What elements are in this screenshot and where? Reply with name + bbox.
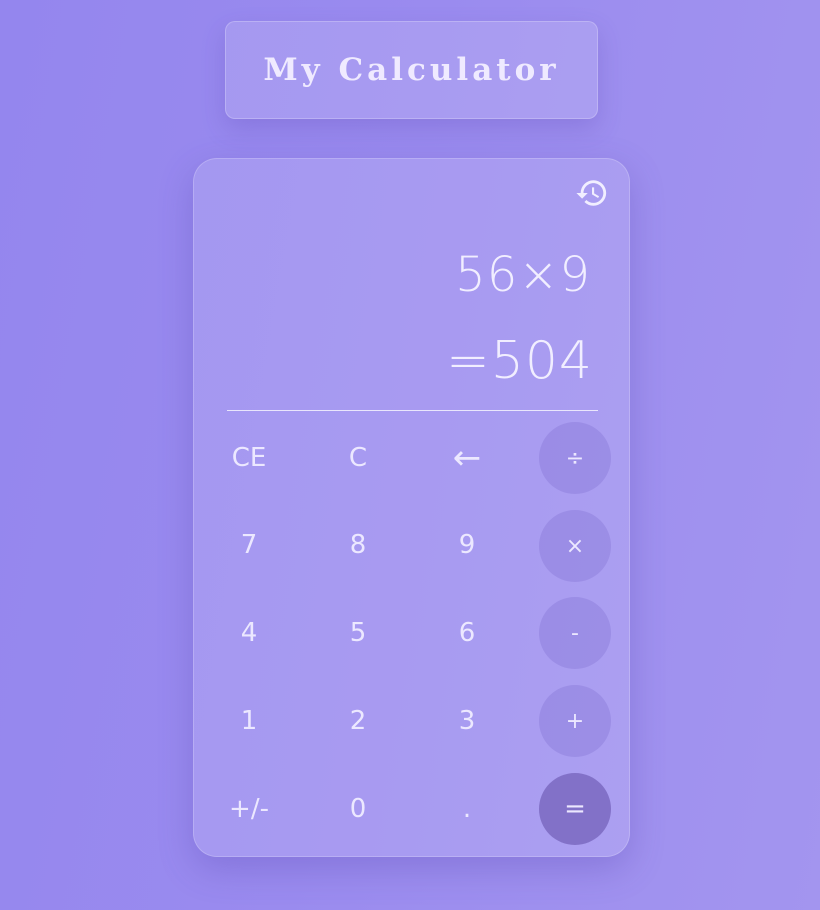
divide-button[interactable]: ÷ [539, 422, 611, 494]
digit-3-button[interactable]: 3 [431, 685, 503, 757]
equals-button[interactable]: = [539, 773, 611, 845]
page-title: My Calculator [263, 52, 560, 88]
decimal-button[interactable]: . [431, 773, 503, 845]
digit-8-button[interactable]: 8 [322, 509, 394, 581]
clear-button[interactable]: C [322, 422, 394, 494]
title-card: My Calculator [225, 21, 598, 119]
subtract-button[interactable]: - [539, 597, 611, 669]
history-button[interactable] [574, 175, 610, 211]
display-divider [227, 410, 598, 411]
add-button[interactable]: + [539, 685, 611, 757]
expression-display: 56×9 [455, 247, 591, 303]
digit-5-button[interactable]: 5 [322, 597, 394, 669]
digit-1-button[interactable]: 1 [213, 685, 285, 757]
digit-0-button[interactable]: 0 [322, 773, 394, 845]
backspace-button[interactable]: ← [431, 422, 503, 494]
digit-6-button[interactable]: 6 [431, 597, 503, 669]
digit-2-button[interactable]: 2 [322, 685, 394, 757]
digit-7-button[interactable]: 7 [213, 509, 285, 581]
negate-button[interactable]: +/- [213, 773, 285, 845]
multiply-button[interactable]: × [539, 510, 611, 582]
history-icon [576, 180, 607, 206]
calculator-panel: 56×9 =504 CE C ← ÷ 7 8 9 × 4 5 6 - 1 2 3… [193, 158, 630, 857]
result-display: =504 [446, 331, 593, 391]
digit-4-button[interactable]: 4 [213, 597, 285, 669]
digit-9-button[interactable]: 9 [431, 509, 503, 581]
clear-entry-button[interactable]: CE [213, 422, 285, 494]
